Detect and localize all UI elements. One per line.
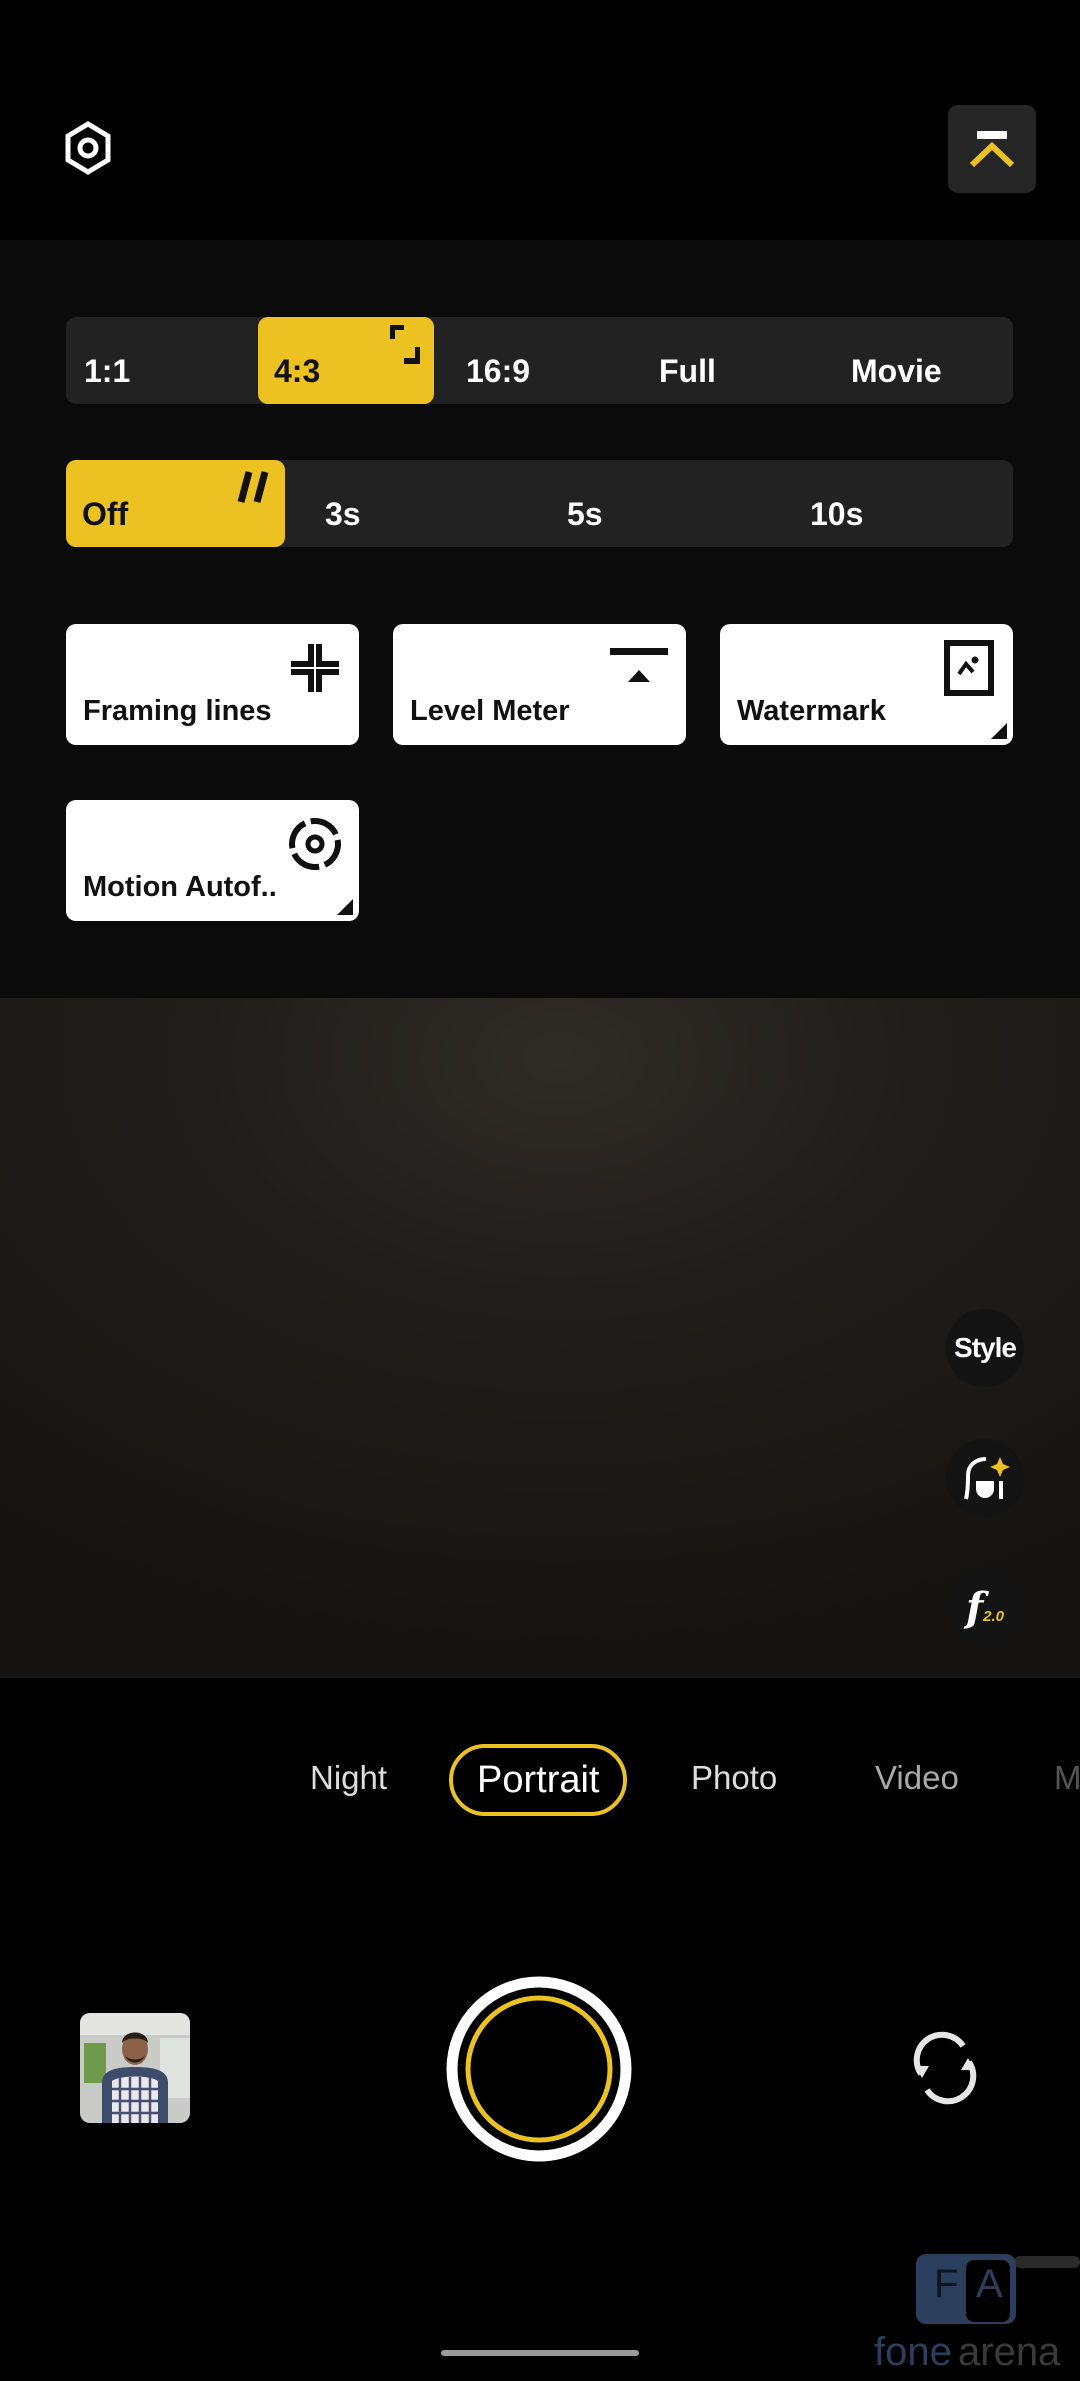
aperture-f-label: f xyxy=(965,1583,984,1631)
camera-viewfinder[interactable] xyxy=(0,998,1080,1678)
level-meter-icon xyxy=(610,648,668,682)
tile-label: Framing lines xyxy=(83,695,272,727)
aspect-ratio-selector: 1:1 4:3 16:9 Full Movie xyxy=(66,317,1013,404)
gallery-preview-image xyxy=(80,2013,190,2123)
timer-option-5s[interactable]: 5s xyxy=(567,460,603,547)
aspect-option-full[interactable]: Full xyxy=(659,317,716,404)
watermark-tile[interactable]: Watermark xyxy=(720,624,1013,745)
aspect-option-16-9[interactable]: 16:9 xyxy=(466,317,530,404)
mode-more[interactable]: M xyxy=(1054,1740,1080,1816)
style-button[interactable]: Style xyxy=(946,1309,1024,1387)
mode-photo[interactable]: Photo xyxy=(691,1740,777,1816)
aspect-option-1-1[interactable]: 1:1 xyxy=(84,317,130,404)
shutter-button[interactable] xyxy=(446,1976,632,2162)
timer-option-10s[interactable]: 10s xyxy=(810,460,863,547)
flip-camera-button[interactable] xyxy=(905,2028,985,2108)
logo-letter-f: F xyxy=(934,2262,959,2306)
timer-off-icon xyxy=(237,471,269,503)
settings-button[interactable] xyxy=(58,118,118,178)
mode-night[interactable]: Night xyxy=(310,1740,387,1816)
aperture-value: 2.0 xyxy=(983,1607,1005,1625)
camera-mode-selector: Night Portrait Photo Video M xyxy=(0,1740,1080,1820)
motion-autofocus-icon xyxy=(289,818,341,870)
framing-lines-icon xyxy=(291,644,339,692)
logo-letter-a: A xyxy=(976,2262,1003,2306)
aspect-option-4-3[interactable]: 4:3 xyxy=(258,317,434,404)
brand-text-fone: fone xyxy=(874,2330,952,2374)
submenu-indicator-icon xyxy=(991,723,1007,739)
timer-selector: Off 3s 5s 10s xyxy=(66,460,1013,547)
motion-autofocus-tile[interactable]: Motion Autof.. xyxy=(66,800,359,921)
settings-icon xyxy=(65,121,111,175)
aspect-option-movie[interactable]: Movie xyxy=(851,317,942,404)
portrait-beauty-icon xyxy=(964,1457,1010,1500)
collapse-up-icon xyxy=(969,131,1015,168)
flip-camera-icon xyxy=(913,2031,977,2105)
submenu-indicator-icon xyxy=(337,899,353,915)
fonearena-watermark: F A fone arena xyxy=(872,2248,1080,2376)
tile-label: Watermark xyxy=(737,695,886,727)
framing-lines-tile[interactable]: Framing lines xyxy=(66,624,359,745)
mode-video[interactable]: Video xyxy=(875,1740,959,1816)
shutter-icon xyxy=(446,1976,632,2162)
corner-bracket-icon xyxy=(390,325,420,364)
style-label: Style xyxy=(954,1332,1017,1363)
level-meter-tile[interactable]: Level Meter xyxy=(393,624,686,745)
mode-portrait[interactable]: Portrait xyxy=(449,1744,628,1816)
timer-option-off[interactable]: Off xyxy=(66,460,285,547)
tile-label: Motion Autof.. xyxy=(83,871,277,903)
watermark-icon xyxy=(944,640,994,696)
beauty-button[interactable] xyxy=(946,1439,1024,1517)
gallery-thumbnail[interactable] xyxy=(80,2013,190,2123)
aperture-button[interactable]: f 2.0 xyxy=(946,1568,1024,1646)
brand-text-arena: arena xyxy=(958,2330,1061,2374)
home-indicator[interactable] xyxy=(441,2350,639,2356)
tile-label: Level Meter xyxy=(410,695,570,727)
collapse-panel-button[interactable] xyxy=(948,105,1036,193)
timer-option-3s[interactable]: 3s xyxy=(325,460,361,547)
